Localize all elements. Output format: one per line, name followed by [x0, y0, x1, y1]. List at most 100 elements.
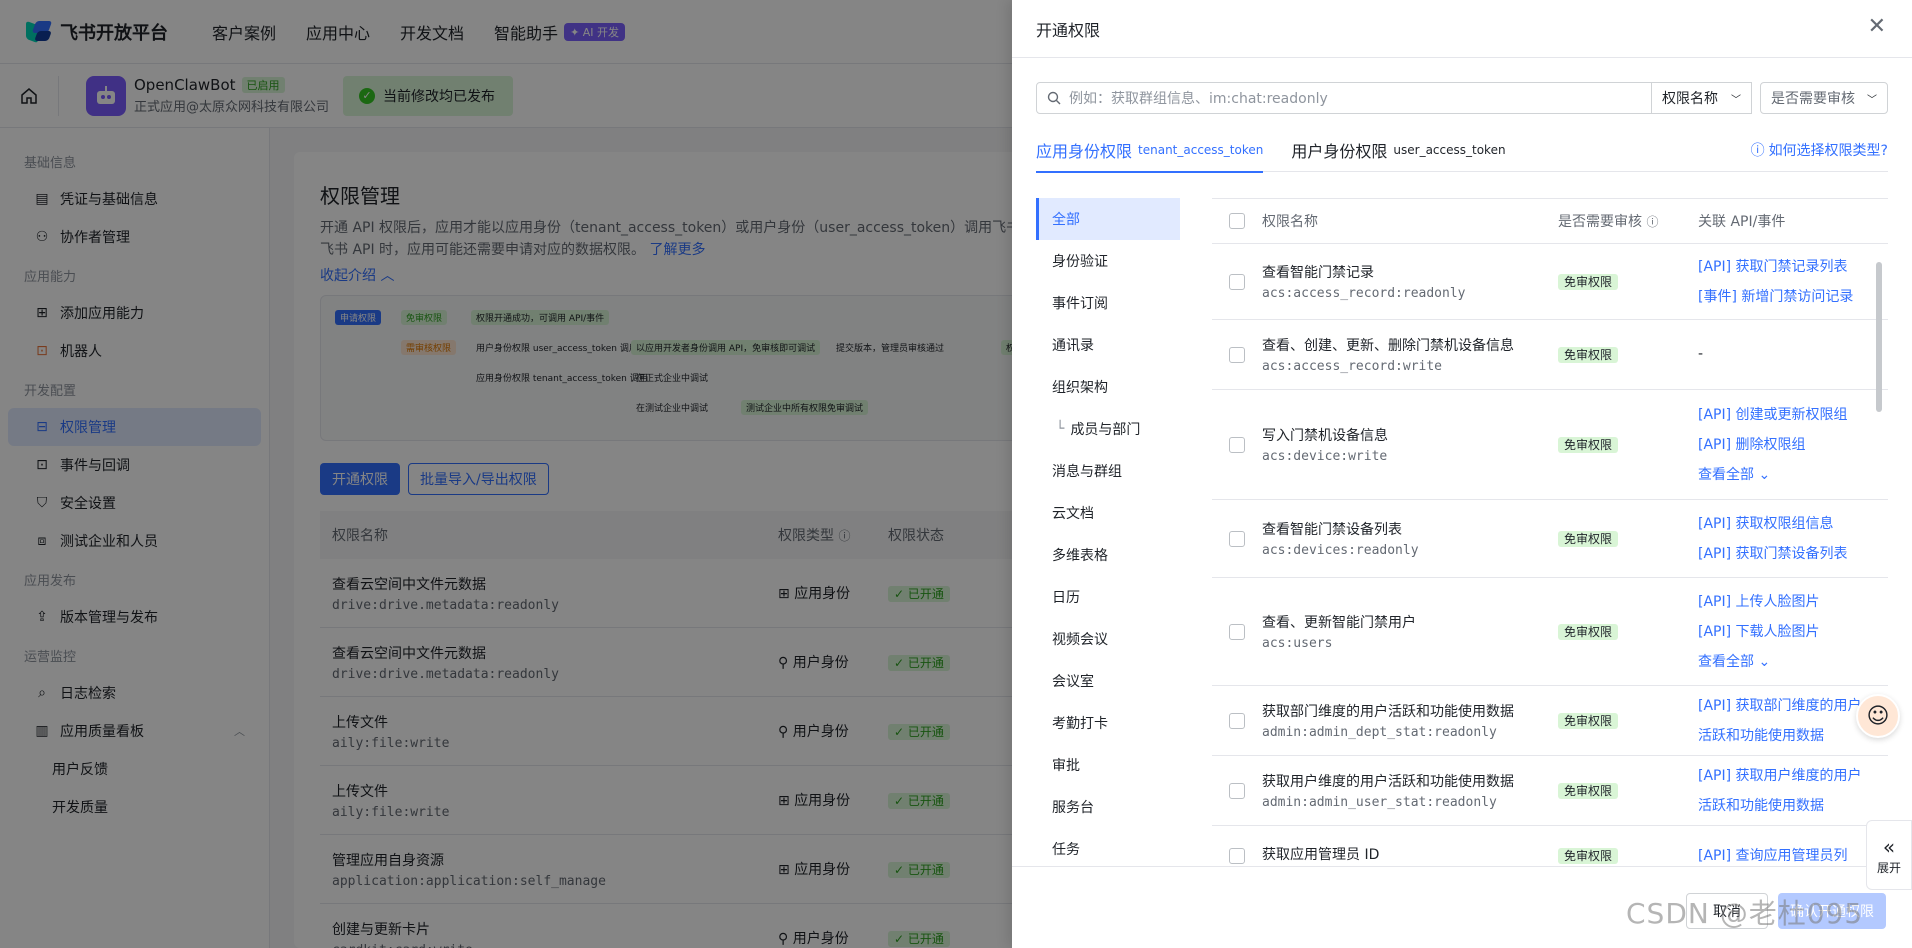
category-item[interactable]: 会议室	[1036, 660, 1180, 702]
related-api-link[interactable]: [API] 获取用户维度的用户活跃和功能使用数据	[1698, 761, 1868, 821]
row-checkbox-cell	[1212, 273, 1262, 290]
scrollbar-thumb[interactable]	[1876, 262, 1882, 412]
related-api-link[interactable]: [API] 获取部门维度的用户活跃和功能使用数据	[1698, 691, 1868, 751]
review-filter-select-value: 是否需要审核	[1771, 91, 1855, 107]
how-to-choose-link[interactable]: ⓘ 如何选择权限类型?	[1751, 140, 1888, 160]
category-item[interactable]: 事件订阅	[1036, 282, 1180, 324]
related-api-link[interactable]: [API] 查询应用管理员列	[1698, 841, 1868, 867]
category-label: 事件订阅	[1052, 296, 1108, 312]
related-api-link[interactable]: [API] 删除权限组	[1698, 430, 1868, 460]
table-row: 获取部门维度的用户活跃和功能使用数据 admin:admin_dept_stat:…	[1212, 686, 1888, 756]
permission-name: 查看智能门禁记录	[1262, 265, 1374, 281]
drawer-permission-table: 权限名称 是否需要审核 ⓘ 关联 API/事件 查看智能门禁记录 acs:acce…	[1212, 198, 1888, 866]
category-item[interactable]: 日历	[1036, 576, 1180, 618]
permission-name: 获取用户维度的用户活跃和功能使用数据	[1262, 774, 1514, 790]
category-item[interactable]: 视频会议	[1036, 618, 1180, 660]
close-icon[interactable]: ✕	[1868, 16, 1886, 38]
tab-label: 用户身份权限	[1291, 141, 1388, 161]
row-checkbox-cell	[1212, 623, 1262, 640]
table-row: 查看智能门禁设备列表 acs:devices:readonly 免审权限 [API] …	[1212, 500, 1888, 578]
open-permission-drawer: 开通权限 ✕ 例如：获取群组信息、im:chat:readonly 权限名称 ﹀…	[1012, 0, 1912, 948]
row-checkbox[interactable]	[1229, 346, 1245, 363]
related-api-link[interactable]: [API] 获取门禁设备列表	[1698, 539, 1868, 569]
expand-panel-button[interactable]: « 展开	[1866, 820, 1912, 890]
permission-name: 写入门禁机设备信息	[1262, 428, 1388, 444]
permission-cell: 查看、创建、更新、删除门禁机设备信息 acs:access_record:writ…	[1262, 335, 1558, 374]
table-row: 写入门禁机设备信息 acs:device:write 免审权限 [API] 创建或更新…	[1212, 390, 1888, 500]
category-label: 审批	[1052, 758, 1080, 774]
row-checkbox[interactable]	[1229, 436, 1245, 453]
related-api-link[interactable]: [API] 上传人脸图片	[1698, 587, 1868, 617]
row-checkbox[interactable]	[1229, 782, 1245, 799]
select-all-checkbox[interactable]	[1229, 213, 1245, 229]
review-badge: 免审权限	[1558, 531, 1619, 547]
permission-search-input[interactable]: 例如：获取群组信息、im:chat:readonly	[1036, 82, 1652, 114]
related-api-link[interactable]: [API] 获取权限组信息	[1698, 509, 1868, 539]
review-badge: 免审权限	[1558, 624, 1619, 640]
row-checkbox[interactable]	[1229, 623, 1245, 640]
row-checkbox-cell	[1212, 436, 1262, 453]
row-checkbox[interactable]	[1229, 530, 1245, 547]
table-row: 查看、创建、更新、删除门禁机设备信息 acs:access_record:writ…	[1212, 320, 1888, 390]
search-placeholder: 例如：获取群组信息、im:chat:readonly	[1069, 91, 1328, 107]
category-item[interactable]: 组织架构	[1036, 366, 1180, 408]
search-field-select[interactable]: 权限名称 ﹀	[1652, 82, 1752, 114]
tab-label: 应用身份权限	[1036, 141, 1133, 161]
tab-tenant-identity[interactable]: 应用身份权限 tenant_access_token	[1036, 128, 1264, 173]
category-label: 视频会议	[1052, 632, 1108, 648]
review-badge: 免审权限	[1558, 783, 1619, 799]
related-api-link[interactable]: [API] 创建或更新权限组	[1698, 400, 1868, 430]
tab-token: tenant_access_token	[1138, 142, 1264, 157]
category-item[interactable]: 任务	[1036, 828, 1180, 870]
row-checkbox-cell	[1212, 530, 1262, 547]
permission-scope: acs:access_record:write	[1262, 359, 1443, 374]
category-item[interactable]: 全部	[1036, 198, 1180, 240]
related-api-link[interactable]: [API] 获取门禁记录列表	[1698, 252, 1868, 282]
category-item[interactable]: 云文档	[1036, 492, 1180, 534]
chevron-down-icon: ﹀	[1731, 94, 1741, 106]
related-api-link[interactable]: 查看全部 ⌄	[1698, 460, 1868, 490]
review-filter-select[interactable]: 是否需要审核 ﹀	[1760, 82, 1888, 114]
category-item[interactable]: 通讯录	[1036, 324, 1180, 366]
permission-cell: 写入门禁机设备信息 acs:device:write	[1262, 425, 1558, 464]
col-review-label: 是否需要审核	[1558, 214, 1642, 230]
category-item[interactable]: 考勤打卡	[1036, 702, 1180, 744]
row-checkbox[interactable]	[1229, 712, 1245, 729]
permission-cell: 获取应用管理员 ID	[1262, 844, 1558, 867]
drawer-table-header: 权限名称 是否需要审核 ⓘ 关联 API/事件	[1212, 198, 1888, 244]
drawer-header: 开通权限 ✕	[1012, 0, 1912, 58]
col-review: 是否需要审核 ⓘ	[1558, 211, 1698, 231]
select-all-checkbox-cell	[1212, 213, 1262, 229]
row-checkbox[interactable]	[1229, 273, 1245, 290]
drawer-scrollbar[interactable]	[1876, 248, 1882, 868]
row-checkbox-cell	[1212, 847, 1262, 864]
related-api-link[interactable]: [事件] 新增门禁访问记录	[1698, 282, 1868, 312]
category-label: 通讯录	[1052, 338, 1094, 354]
search-field-select-value: 权限名称	[1662, 91, 1718, 107]
tree-branch-icon: └	[1056, 421, 1065, 437]
related-api-link[interactable]: 查看全部 ⌄	[1698, 647, 1868, 677]
row-checkbox-cell	[1212, 782, 1262, 799]
category-label: 身份验证	[1052, 254, 1108, 270]
related-api-link[interactable]: [API] 下载人脸图片	[1698, 617, 1868, 647]
review-cell: 免审权限	[1558, 436, 1698, 453]
category-item[interactable]: 多维表格	[1036, 534, 1180, 576]
watermark: CSDN @老杜095	[1626, 897, 1864, 930]
category-item[interactable]: └ 成员与部门	[1036, 408, 1180, 450]
assistant-avatar-icon[interactable]: ☺	[1856, 694, 1900, 738]
category-item[interactable]: 消息与群组	[1036, 450, 1180, 492]
tab-token: user_access_token	[1393, 142, 1506, 157]
review-cell: 免审权限	[1558, 346, 1698, 363]
category-item[interactable]: 审批	[1036, 744, 1180, 786]
category-list: 全部身份验证事件订阅通讯录组织架构 └ 成员与部门 消息与群组 云文档多维表格日历视频会…	[1036, 198, 1180, 870]
permission-cell: 获取用户维度的用户活跃和功能使用数据 admin:admin_user_stat:…	[1262, 771, 1558, 810]
category-item[interactable]: 服务台	[1036, 786, 1180, 828]
help-icon[interactable]: ⓘ	[1646, 215, 1658, 229]
tab-user-identity[interactable]: 用户身份权限 user_access_token	[1291, 128, 1505, 172]
category-item[interactable]: 身份验证	[1036, 240, 1180, 282]
drawer-table-body: 查看智能门禁记录 acs:access_record:readonly 免审权限 [A…	[1212, 244, 1888, 866]
row-checkbox[interactable]	[1229, 847, 1245, 864]
category-label: 多维表格	[1052, 548, 1108, 564]
permission-cell: 查看、更新智能门禁用户 acs:users	[1262, 612, 1558, 651]
modal-backdrop[interactable]	[0, 0, 1012, 948]
